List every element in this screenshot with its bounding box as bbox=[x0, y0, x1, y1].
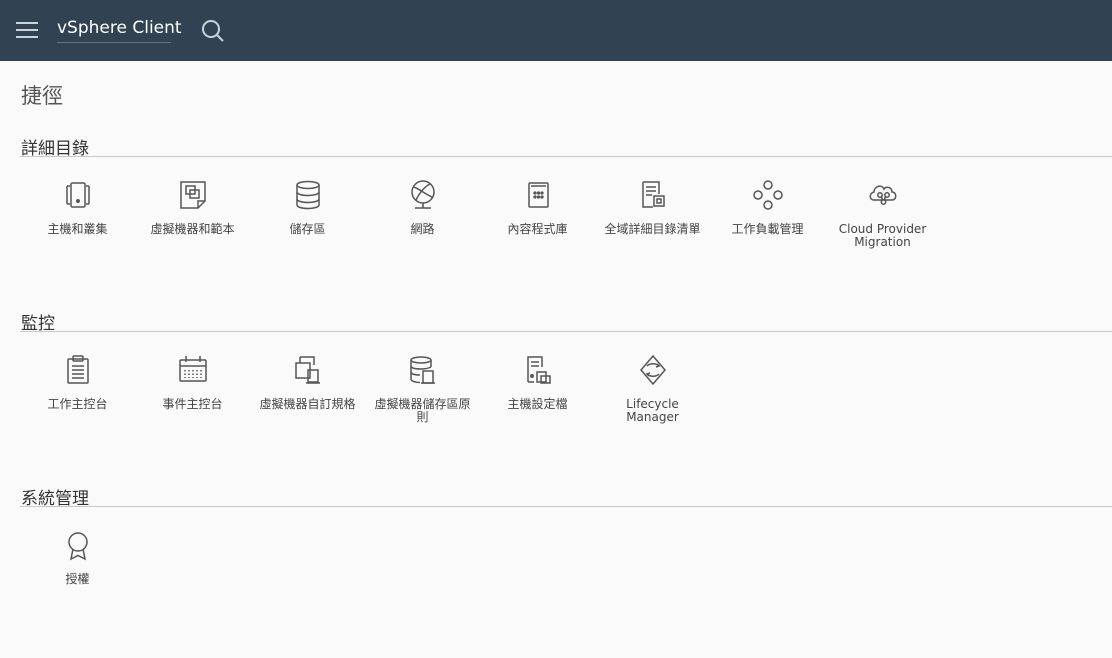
content-library-icon bbox=[520, 177, 556, 213]
shortcut-label: 工作負載管理 bbox=[731, 222, 804, 236]
shortcut-workload-management[interactable]: 工作負載管理 bbox=[710, 177, 825, 236]
shortcut-vm-storage-policy[interactable]: 虛擬機器儲存區原則 bbox=[365, 352, 480, 424]
shortcut-label: 主機和叢集 bbox=[47, 222, 108, 236]
shortcut-label: 虛擬機器自訂規格 bbox=[259, 397, 356, 411]
shortcut-global-inventory[interactable]: 全域詳細目錄清單 bbox=[595, 177, 710, 236]
shortcut-event-console[interactable]: 事件主控台 bbox=[135, 352, 250, 411]
task-console-icon bbox=[60, 352, 96, 388]
shortcut-label: 儲存區 bbox=[289, 222, 326, 236]
shortcut-label: 全域詳細目錄清單 bbox=[604, 222, 701, 236]
shortcut-label: 主機設定檔 bbox=[507, 397, 568, 411]
title-underline bbox=[57, 42, 171, 43]
shortcut-label: Lifecycle Manager bbox=[626, 397, 679, 424]
hosts-clusters-icon bbox=[60, 177, 96, 213]
global-inventory-icon bbox=[635, 177, 671, 213]
shortcut-vm-customization[interactable]: 虛擬機器自訂規格 bbox=[250, 352, 365, 411]
workload-management-icon bbox=[750, 177, 786, 213]
app-title[interactable]: vSphere Client bbox=[57, 18, 182, 38]
vm-storage-policy-icon bbox=[405, 352, 441, 388]
host-profile-icon bbox=[520, 352, 556, 388]
shortcut-host-profile[interactable]: 主機設定檔 bbox=[480, 352, 595, 411]
section-divider bbox=[20, 506, 1112, 507]
shortcut-label: 虛擬機器和範本 bbox=[150, 222, 235, 236]
page-title: 捷徑 bbox=[21, 84, 63, 108]
network-icon bbox=[405, 177, 441, 213]
shortcut-label: 事件主控台 bbox=[162, 397, 223, 411]
lifecycle-manager-icon bbox=[635, 352, 671, 388]
shortcut-label: 虛擬機器儲存區原則 bbox=[374, 397, 471, 424]
shortcut-network[interactable]: 網路 bbox=[365, 177, 480, 236]
shortcut-label: 工作主控台 bbox=[47, 397, 108, 411]
shortcut-label: 內容程式庫 bbox=[507, 222, 568, 236]
section-divider bbox=[20, 156, 1112, 157]
licensing-icon bbox=[60, 527, 96, 563]
vm-customization-icon bbox=[290, 352, 326, 388]
shortcut-content-library[interactable]: 內容程式庫 bbox=[480, 177, 595, 236]
section-divider bbox=[20, 331, 1112, 332]
shortcut-hosts-clusters[interactable]: 主機和叢集 bbox=[20, 177, 135, 236]
shortcut-cloud-provider-migration[interactable]: Cloud Provider Migration bbox=[825, 177, 940, 249]
shortcut-vms-templates[interactable]: 虛擬機器和範本 bbox=[135, 177, 250, 236]
shortcut-label: 網路 bbox=[410, 222, 435, 236]
search-icon[interactable] bbox=[200, 18, 226, 44]
top-header: vSphere Client bbox=[0, 0, 1112, 61]
shortcut-licensing[interactable]: 授權 bbox=[20, 527, 135, 586]
shortcut-lifecycle-manager[interactable]: Lifecycle Manager bbox=[595, 352, 710, 424]
menu-icon[interactable] bbox=[16, 20, 38, 38]
storage-icon bbox=[290, 177, 326, 213]
shortcut-label: 授權 bbox=[65, 572, 90, 586]
event-console-icon bbox=[175, 352, 211, 388]
vms-templates-icon bbox=[175, 177, 211, 213]
cloud-migration-icon bbox=[865, 177, 901, 213]
shortcut-label: Cloud Provider Migration bbox=[838, 222, 927, 249]
shortcut-storage[interactable]: 儲存區 bbox=[250, 177, 365, 236]
shortcut-task-console[interactable]: 工作主控台 bbox=[20, 352, 135, 411]
